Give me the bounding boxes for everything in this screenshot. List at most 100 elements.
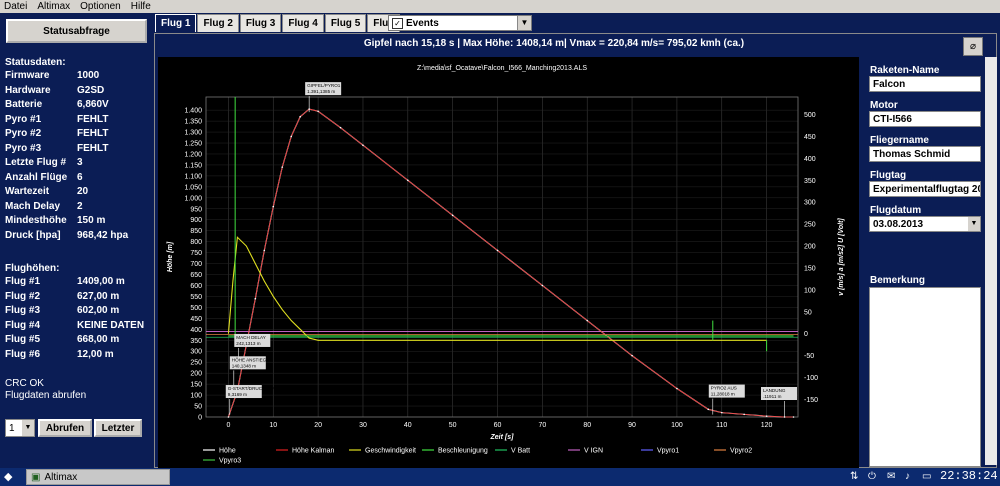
motor-input[interactable]: CTI-I566	[869, 111, 981, 127]
data-point	[586, 319, 589, 322]
data-point	[227, 416, 230, 418]
left-panel: Statusabfrage Statusdaten: Firmware 1000 H…	[0, 13, 152, 468]
status-row: Anzahl Flüge 6	[5, 172, 83, 183]
power-icon[interactable]: ⏻	[868, 471, 876, 482]
y-tick-label: 1.400	[184, 108, 202, 115]
flugtag-input[interactable]: Experimentalflugtag 2013	[869, 181, 981, 197]
data-point	[281, 166, 284, 168]
x-tick-label: 30	[359, 422, 367, 429]
status-key: Pyro #3	[5, 142, 42, 154]
data-point	[496, 249, 499, 252]
y2-tick-label: 450	[804, 134, 816, 141]
window-icon: ▣	[31, 471, 41, 483]
flight-row: Flug #1 1409,00 m	[5, 276, 125, 287]
flight-key: Flug #6	[5, 348, 41, 360]
y-tick-label: 450	[190, 316, 202, 323]
legend-label: Vpyro1	[657, 448, 679, 455]
status-key: Hardware	[5, 84, 51, 96]
events-checkbox[interactable]: ✓	[392, 17, 403, 29]
chart-title: Z:\media\sf_Ocatave\Falcon_I566_Manching…	[417, 65, 587, 72]
flight-number-select[interactable]: 1 ▼	[5, 419, 35, 437]
status-value: 6	[77, 171, 83, 183]
flugdatum-label: Flugdatum	[870, 205, 922, 216]
flugdatum-input[interactable]: 03.08.2013 ▼	[869, 216, 981, 232]
tab-flug-4[interactable]: Flug 4	[282, 14, 324, 32]
menu-altimax[interactable]: Altimax	[37, 1, 70, 12]
y-tick-label: 900	[190, 217, 202, 224]
y2-tick-label: 150	[804, 265, 816, 272]
letzter-button[interactable]: Letzter	[94, 419, 142, 437]
flight-key: Flug #1	[5, 276, 41, 287]
status-value: 3	[77, 157, 83, 168]
y-tick-label: 100	[190, 393, 202, 400]
volume-icon[interactable]: ♪	[905, 471, 910, 482]
legend-label: Beschleunigung	[438, 448, 488, 455]
y2-axis-label: v [m/s] a [m/s2] U [Volt]	[838, 218, 845, 296]
taskbar-app-altimax[interactable]: ▣ Altimax	[26, 469, 170, 485]
series-line-0	[227, 108, 794, 418]
annotation-label: GIPFEL/PYRO1 AUS	[307, 83, 351, 88]
flight-number-value: 1	[9, 422, 15, 434]
y-tick-label: 1.100	[184, 173, 202, 180]
battery-icon[interactable]: ▭	[922, 471, 931, 482]
status-key: Druck [hpa]	[5, 229, 61, 241]
raketen-input[interactable]: Falcon	[869, 76, 981, 92]
menu-optionen[interactable]: Optionen	[80, 1, 121, 12]
status-value: 2	[77, 200, 83, 212]
y-axis-label: Höhe [m]	[167, 241, 174, 272]
data-point	[676, 387, 678, 390]
y-tick-label: 550	[190, 294, 202, 301]
x-axis-label: Zeit [s]	[490, 434, 515, 441]
flight-row: Flug #4 KEINE DATEN	[5, 320, 144, 331]
x-tick-label: 10	[269, 422, 277, 429]
y2-tick-label: 50	[804, 309, 812, 316]
bemerkung-textarea[interactable]	[869, 287, 981, 467]
chevron-down-icon[interactable]: ▼	[968, 217, 980, 231]
status-row: Pyro #1 FEHLT	[5, 114, 108, 125]
tab-flug-5[interactable]: Flug 5	[324, 14, 367, 32]
menu-datei[interactable]: Datei	[4, 1, 27, 12]
chevron-down-icon[interactable]: ▼	[22, 420, 34, 436]
flight-value: 668,00 m	[77, 334, 120, 345]
data-point	[272, 205, 275, 208]
events-select[interactable]: ✓ Events ▼	[388, 15, 532, 31]
x-tick-label: 50	[449, 422, 457, 429]
statusabfrage-button[interactable]: Statusabfrage	[6, 19, 147, 43]
status-value: FEHLT	[77, 128, 109, 139]
data-point	[631, 354, 633, 357]
legend-label: Vpyro3	[219, 458, 241, 465]
data-point	[263, 249, 266, 252]
flight-tabs: Flug 1 Flug 2 Flug 3 Flug 4 Flug 5 Flug	[155, 14, 401, 32]
tab-flug-1[interactable]: Flug 1	[155, 14, 197, 32]
y2-tick-label: 350	[804, 178, 816, 185]
flight-row: Flug #2 627,00 m	[5, 291, 119, 302]
mail-icon[interactable]: ✉	[887, 471, 895, 482]
vertical-scrollbar[interactable]	[985, 57, 997, 465]
network-icon[interactable]: ⇅	[850, 471, 858, 482]
data-point	[451, 214, 454, 217]
paperclip-icon[interactable]: ⌀	[963, 37, 983, 56]
data-point	[362, 144, 364, 147]
tab-flug-3[interactable]: Flug 3	[239, 14, 282, 32]
chevron-down-icon[interactable]: ▼	[517, 16, 531, 30]
annotation-value: .11911 m	[763, 394, 782, 399]
menu-hilfe[interactable]: Hilfe	[131, 1, 151, 12]
status-value: FEHLT	[77, 142, 109, 154]
data-point	[407, 179, 409, 182]
flugtag-label: Flugtag	[870, 170, 907, 181]
y2-tick-label: 250	[804, 222, 816, 229]
data-point	[541, 284, 544, 287]
clock: 22:38:24	[940, 469, 998, 483]
y-tick-label: 750	[190, 250, 202, 257]
motor-label: Motor	[870, 100, 898, 111]
abrufen-button[interactable]: Abrufen	[38, 419, 92, 437]
y-tick-label: 1.350	[184, 119, 202, 126]
x-tick-label: 100	[671, 422, 683, 429]
legend-label: Höhe	[219, 448, 236, 455]
status-row: Mach Delay 2	[5, 201, 83, 212]
tab-flug-2[interactable]: Flug 2	[197, 14, 239, 32]
raketen-label: Raketen-Name	[870, 65, 940, 76]
start-icon[interactable]: ◆	[4, 470, 12, 483]
fliegername-input[interactable]: Thomas Schmid	[869, 146, 981, 162]
x-tick-label: 60	[494, 422, 502, 429]
